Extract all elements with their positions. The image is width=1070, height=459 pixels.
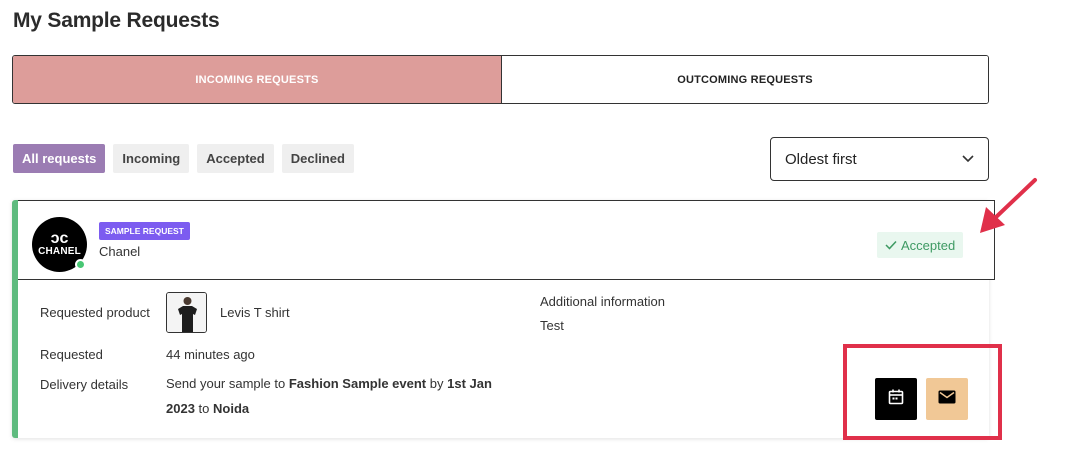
tab-incoming-requests[interactable]: INCOMING REQUESTS (13, 56, 502, 103)
online-status-dot (75, 259, 86, 270)
filter-incoming[interactable]: Incoming (113, 144, 190, 173)
tab-outcoming-requests[interactable]: OUTCOMING REQUESTS (502, 56, 988, 103)
filter-declined[interactable]: Declined (281, 144, 354, 173)
annotation-highlight-box (843, 344, 1002, 440)
tshirt-person-icon (167, 293, 206, 332)
delivery-to: to (198, 401, 210, 416)
filter-accepted[interactable]: Accepted (197, 144, 274, 173)
status-label: Accepted (901, 237, 956, 253)
delivery-location: Noida (213, 401, 250, 416)
product-name[interactable]: Levis T shirt (220, 305, 290, 320)
sort-select[interactable]: Oldest first (770, 137, 989, 181)
filter-all-requests[interactable]: All requests (13, 144, 106, 173)
delivery-by: by (429, 376, 444, 391)
delivery-details-text: Send your sample to Fashion Sample event… (166, 371, 506, 421)
requested-product-label: Requested product (40, 305, 150, 320)
requested-time: 44 minutes ago (166, 347, 255, 362)
requested-label: Requested (40, 347, 103, 362)
chevron-down-icon (962, 153, 974, 165)
sort-selected-value: Oldest first (785, 150, 857, 168)
sample-request-badge: SAMPLE REQUEST (99, 222, 190, 240)
delivery-details-label: Delivery details (40, 377, 129, 392)
status-badge: Accepted (877, 232, 964, 258)
additional-info-label: Additional information (540, 294, 666, 309)
chanel-logo-icon: ↄc (50, 229, 69, 247)
check-icon (885, 238, 897, 253)
page-title: My Sample Requests (13, 9, 220, 32)
avatar-brand-text: CHANEL (38, 245, 81, 257)
annotation-arrow-icon (980, 178, 1037, 233)
delivery-event: Fashion Sample event (288, 376, 427, 391)
brand-name: Chanel (99, 244, 141, 259)
delivery-prefix: Send your sample to (166, 376, 286, 391)
product-thumbnail[interactable] (166, 292, 207, 333)
filter-chips: All requests Incoming Accepted Declined (13, 144, 354, 173)
additional-info-value: Test (540, 318, 564, 333)
request-tabs: INCOMING REQUESTS OUTCOMING REQUESTS (12, 55, 989, 104)
card-header[interactable]: ↄc CHANEL SAMPLE REQUEST Chanel Accepted (18, 200, 995, 280)
